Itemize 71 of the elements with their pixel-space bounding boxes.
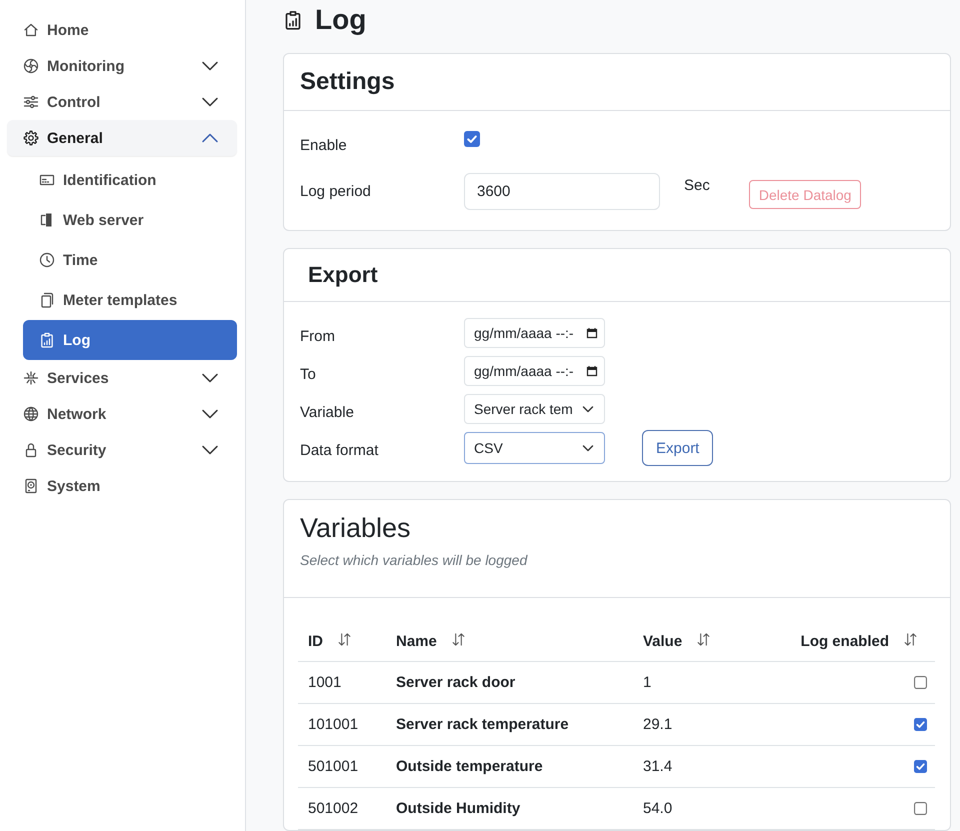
sidebar-item[interactable]: Web server <box>23 200 237 240</box>
field-label: Data format <box>300 441 380 461</box>
lock-icon <box>23 442 39 458</box>
checkbox[interactable] <box>914 676 927 689</box>
sidebar-item[interactable]: Services <box>7 360 237 396</box>
field-label: Log period <box>300 182 372 202</box>
table-cell: 31.4 <box>633 746 787 788</box>
column-header[interactable]: ID <box>298 621 386 662</box>
dropdown-select[interactable]: CSV <box>464 432 605 464</box>
page-title: Log <box>315 3 366 37</box>
calendar-icon <box>586 365 598 377</box>
table-cell: Outside Humidity <box>386 788 633 830</box>
clock-icon <box>39 252 55 268</box>
card-title: Variables <box>300 512 412 544</box>
sidebar-item[interactable]: Control <box>7 84 237 120</box>
log-period-field[interactable]: 3600 <box>464 173 660 210</box>
column-header[interactable]: Log enabled <box>787 621 935 662</box>
sidebar-item[interactable]: General <box>7 120 237 156</box>
gear-icon <box>23 130 39 146</box>
table-cell: 1 <box>633 662 787 704</box>
table-cell: Outside temperature <box>386 746 633 788</box>
sidebar-item[interactable]: Meter templates <box>23 280 237 320</box>
checkbox[interactable] <box>914 718 927 731</box>
dropdown-select[interactable]: Server rack tem <box>464 394 605 424</box>
card-subtitle: Select which variables will be logged <box>300 551 529 570</box>
export-button[interactable]: Export <box>642 430 714 466</box>
table-cell: 501001 <box>298 746 386 788</box>
unit-label: Sec <box>684 176 710 196</box>
sidebar-item[interactable]: Network <box>7 396 237 432</box>
globe-icon <box>23 406 39 422</box>
field-label: Variable <box>300 403 355 423</box>
column-header[interactable]: Name <box>386 621 633 662</box>
field-label: To <box>300 365 317 385</box>
sidebar-item[interactable]: Log <box>23 320 237 360</box>
table-cell: Server rack door <box>386 662 633 704</box>
sidebar-item[interactable]: Security <box>7 432 237 468</box>
column-header[interactable]: Value <box>633 621 787 662</box>
date-time-field[interactable]: gg/mm/aaaa --:- <box>464 356 605 386</box>
sidebar-item[interactable]: Home <box>7 12 237 48</box>
sidebar-item[interactable]: System <box>7 468 237 504</box>
table-cell: 29.1 <box>633 704 787 746</box>
pages-icon <box>39 292 55 308</box>
sidebar-item[interactable]: Identification <box>23 160 237 200</box>
home-icon <box>23 22 39 38</box>
clipboard-chart-icon <box>39 332 55 348</box>
table-cell: 54.0 <box>633 788 787 830</box>
card-title: Settings <box>300 68 395 96</box>
sort-icon <box>450 632 466 647</box>
table-cell: 101001 <box>298 704 386 746</box>
sidebar-item[interactable]: Monitoring <box>7 48 237 84</box>
checkbox[interactable] <box>464 131 480 147</box>
clipboard-chart-icon <box>283 9 303 31</box>
table-cell: 501002 <box>298 788 386 830</box>
fan-icon <box>23 58 39 74</box>
field-label: From <box>300 327 336 347</box>
date-time-field[interactable]: gg/mm/aaaa --:- <box>464 318 605 348</box>
card-icon <box>39 172 55 188</box>
sort-icon <box>696 632 712 647</box>
sort-icon <box>903 632 918 647</box>
sort-icon <box>337 632 352 647</box>
hard-drive-icon <box>23 478 39 494</box>
snowflake-icon <box>23 370 39 386</box>
calendar-icon <box>586 327 598 339</box>
table-cell: 1001 <box>298 662 386 704</box>
sliders-icon <box>23 94 39 110</box>
field-label: Enable <box>300 136 348 156</box>
sidebar-item[interactable]: Time <box>23 240 237 280</box>
checkbox[interactable] <box>914 802 927 815</box>
table-cell: Server rack temperature <box>386 704 633 746</box>
checkbox[interactable] <box>914 760 927 773</box>
card-title: Export <box>308 262 378 288</box>
